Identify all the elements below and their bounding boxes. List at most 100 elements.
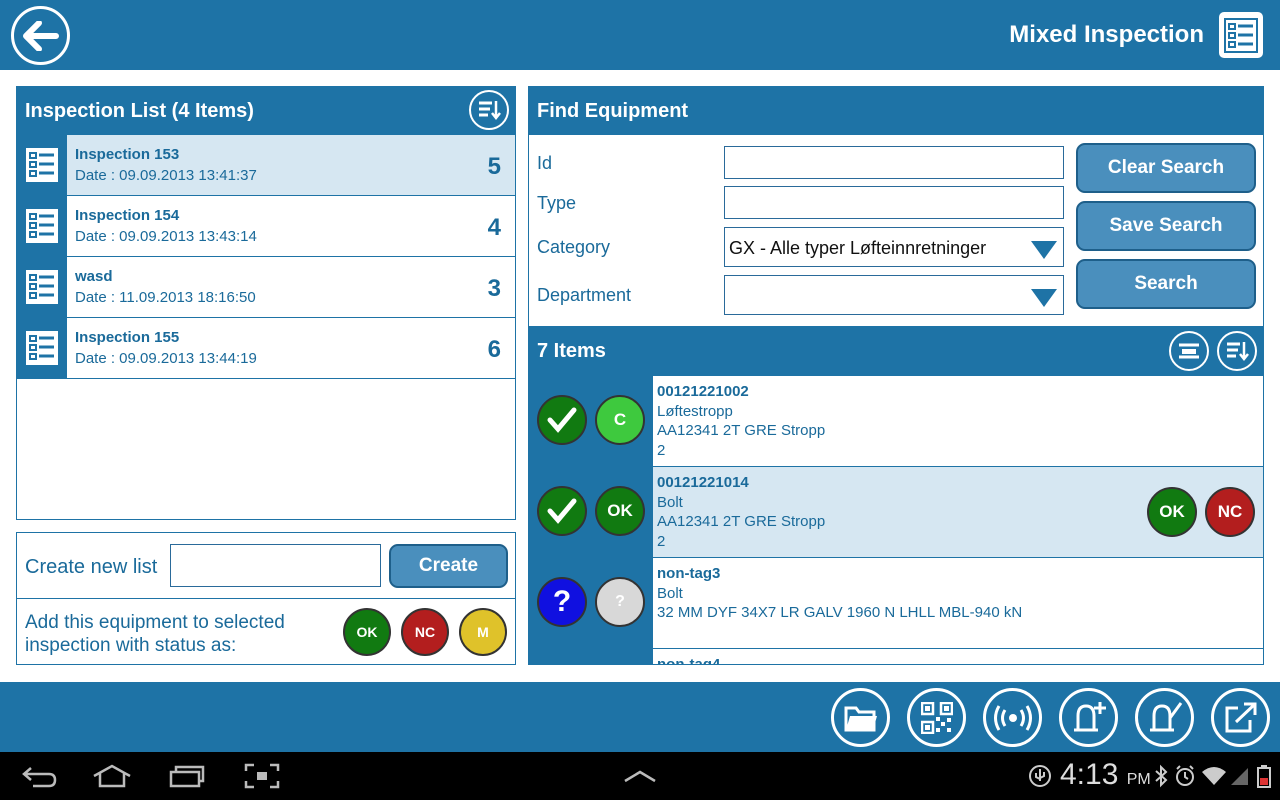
page-title: Mixed Inspection	[1009, 21, 1204, 48]
checked-badge	[537, 486, 587, 536]
equipment-row[interactable]: OK 00121221014 Bolt AA12341 2T GRE Stropp 2 O…	[529, 467, 1263, 558]
sort-icon	[479, 101, 501, 121]
equipment-status-area: OK	[529, 467, 653, 557]
export-button[interactable]	[1211, 688, 1270, 747]
inspection-list-item[interactable]: Inspection 154 Date : 09.09.2013 13:43:14…	[17, 196, 515, 257]
inspection-list-item[interactable]: Inspection 153 Date : 09.09.2013 13:41:37…	[17, 135, 515, 196]
equipment-extra: 2	[657, 532, 666, 550]
equipment-type: Bolt	[657, 493, 683, 511]
department-label: Department	[537, 285, 632, 305]
signal-icon	[1228, 752, 1250, 800]
battery-icon	[1254, 752, 1274, 800]
equipment-text: 00121221014 Bolt AA12341 2T GRE Stropp 2	[657, 473, 825, 551]
scan-qr-button[interactable]	[907, 688, 966, 747]
dropdown-arrow-icon	[1031, 241, 1057, 259]
checklist-icon	[17, 257, 67, 317]
inspection-name: wasd	[75, 268, 113, 285]
qr-code-icon	[920, 701, 953, 734]
equipment-extra: 2	[657, 441, 666, 459]
usb-debug-icon	[1026, 752, 1054, 800]
equipment-text: non-tag3 Bolt 32 MM DYF 34X7 LR GALV 1960 …	[657, 564, 1022, 623]
create-button[interactable]: Create	[389, 544, 508, 588]
save-search-button[interactable]: Save Search	[1076, 201, 1256, 251]
nav-home-button[interactable]	[90, 752, 134, 800]
nav-recent-apps-button[interactable]	[166, 752, 208, 800]
edit-shackle-icon	[1149, 701, 1182, 731]
filter-icon	[1179, 343, 1199, 359]
equipment-id: non-tag4	[657, 656, 721, 665]
inspection-list-item[interactable]: wasd Date : 11.09.2013 18:16:50 3	[17, 257, 515, 318]
checkmark-icon	[547, 498, 577, 524]
checklist-icon	[1219, 12, 1263, 58]
category-value: GX - Alle typer Løfteinnretninger	[729, 238, 987, 258]
back-button[interactable]	[11, 6, 70, 65]
create-list-panel: Create new list Create Add this equipmen…	[16, 532, 516, 665]
inspection-list-title: Inspection List (4 Items)	[25, 99, 254, 122]
top-bar: Mixed Inspection	[0, 0, 1280, 70]
screenshot-icon	[244, 763, 280, 789]
add-status-nc-button[interactable]: NC	[401, 608, 449, 656]
equipment-id: non-tag3	[657, 565, 721, 582]
unknown-status-badge: ?	[537, 577, 587, 627]
system-navigation-bar: 4:13 PM	[0, 752, 1280, 800]
add-status-ok-button[interactable]: OK	[343, 608, 391, 656]
equipment-status-badge: OK	[595, 486, 645, 536]
equipment-status-area	[529, 649, 653, 664]
sort-items-button[interactable]	[1217, 331, 1257, 371]
back-icon	[22, 767, 57, 788]
search-button[interactable]: Search	[1076, 259, 1256, 309]
dropdown-arrow-icon	[1031, 289, 1057, 307]
nav-back-button[interactable]	[18, 752, 60, 800]
equipment-description: AA12341 2T GRE Stropp	[657, 513, 826, 530]
new-list-name-input[interactable]	[170, 544, 381, 587]
equipment-type: Bolt	[657, 584, 683, 602]
checked-badge	[537, 395, 587, 445]
bottom-toolbar	[0, 682, 1280, 752]
find-equipment-title: Find Equipment	[537, 99, 689, 122]
wifi-icon	[1200, 752, 1228, 800]
filter-button[interactable]	[1169, 331, 1209, 371]
nav-menu-button[interactable]	[620, 752, 660, 800]
inspection-text: Inspection 154 Date : 09.09.2013 13:43:14	[67, 205, 257, 247]
edit-equipment-button[interactable]	[1135, 688, 1194, 747]
category-label: Category	[537, 237, 611, 257]
rfid-signal-icon	[993, 704, 1032, 731]
equipment-status-badge: C	[595, 395, 645, 445]
inspection-list-header: Inspection List (4 Items)	[17, 87, 515, 135]
equipment-row[interactable]: C 00121221002 Løftestropp AA12341 2T GRE St…	[529, 376, 1263, 467]
find-equipment-panel: Find Equipment Id Type Category GX - All…	[528, 86, 1264, 665]
sort-button[interactable]	[469, 90, 509, 130]
open-folder-button[interactable]	[831, 688, 890, 747]
inspection-list-item[interactable]: Inspection 155 Date : 09.09.2013 13:44:19…	[17, 318, 515, 379]
equipment-status-area: C	[529, 376, 653, 466]
equipment-id: 00121221002	[657, 383, 749, 400]
find-equipment-header: Find Equipment	[529, 87, 1263, 135]
clear-search-button[interactable]: Clear Search	[1076, 143, 1256, 193]
clock-ampm: PM	[1126, 771, 1151, 788]
inspection-date: Date : 11.09.2013 18:16:50	[75, 289, 256, 306]
department-select[interactable]	[724, 275, 1064, 315]
type-input[interactable]	[724, 186, 1064, 219]
inspection-date: Date : 09.09.2013 13:43:14	[75, 228, 257, 245]
inspection-name: Inspection 153	[75, 146, 180, 163]
equipment-row[interactable]: ?? non-tag3 Bolt 32 MM DYF 34X7 LR GALV 196…	[529, 558, 1263, 649]
inspection-date: Date : 09.09.2013 13:41:37	[75, 167, 257, 184]
equipment-row[interactable]: non-tag4	[529, 649, 1263, 665]
category-select[interactable]: GX - Alle typer Løfteinnretninger	[724, 227, 1064, 267]
set-ok-button[interactable]: OK	[1147, 487, 1197, 537]
inspection-name: Inspection 155	[75, 329, 180, 346]
equipment-status-area: ??	[529, 558, 653, 648]
sort-icon	[1227, 342, 1249, 362]
clock: 4:13 PM	[1060, 758, 1151, 792]
id-input[interactable]	[724, 146, 1064, 179]
items-header: 7 Items	[529, 326, 1263, 376]
type-label: Type	[537, 193, 577, 213]
screenshot-button[interactable]	[242, 752, 282, 800]
id-label: Id	[537, 153, 553, 173]
add-equipment-button[interactable]	[1059, 688, 1118, 747]
set-nc-button[interactable]: NC	[1205, 487, 1255, 537]
inspection-item-count: 5	[487, 153, 501, 180]
add-status-m-button[interactable]: M	[459, 608, 507, 656]
rfid-scan-button[interactable]	[983, 688, 1042, 747]
recent-apps-icon	[169, 765, 205, 788]
